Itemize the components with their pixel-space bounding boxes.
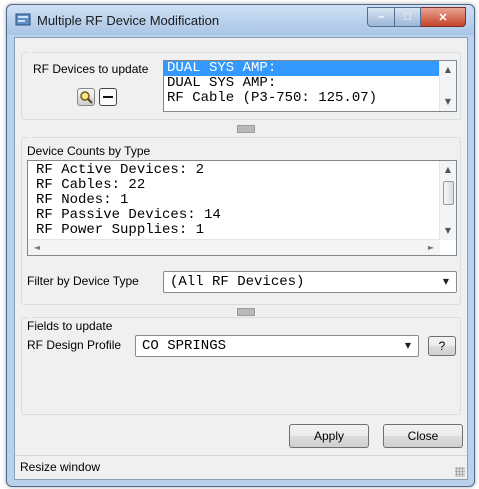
- device-counts-label: Device Counts by Type: [27, 144, 151, 158]
- minimize-button[interactable]: –: [367, 7, 395, 27]
- window-title: Multiple RF Device Modification: [37, 13, 220, 28]
- rf-design-profile-label: RF Design Profile: [27, 338, 122, 352]
- filter-label: Filter by Device Type: [27, 274, 139, 288]
- resize-grip-icon[interactable]: [455, 467, 465, 477]
- help-icon: ?: [438, 339, 446, 353]
- zoom-magnifier-icon: [80, 91, 93, 104]
- close-window-button[interactable]: ✕: [421, 7, 466, 27]
- dialog-window: Multiple RF Device Modification – □ ✕ RF…: [6, 4, 475, 487]
- list-item[interactable]: DUAL SYS AMP:: [164, 61, 456, 76]
- close-icon: ✕: [438, 11, 448, 24]
- apply-button-label: Apply: [313, 429, 345, 443]
- filter-device-type-select[interactable]: (All RF Devices) ▼: [163, 271, 457, 293]
- status-text: Resize window: [20, 460, 101, 474]
- rf-devices-label: RF Devices to update: [33, 62, 149, 76]
- help-button[interactable]: ?: [428, 336, 456, 356]
- device-counts-hscrollbar[interactable]: ◄ ►: [28, 239, 440, 255]
- app-icon: [15, 13, 31, 26]
- zoom-button[interactable]: [77, 88, 95, 106]
- scroll-left-arrow-icon[interactable]: ◄: [30, 240, 44, 255]
- title-bar[interactable]: Multiple RF Device Modification – □ ✕: [7, 5, 474, 35]
- rf-design-profile-value: CO SPRINGS: [142, 338, 227, 354]
- scroll-up-arrow-icon[interactable]: ▲: [440, 63, 456, 77]
- device-counts-list[interactable]: RF Active Devices: 2 RF Cables: 22 RF No…: [27, 160, 457, 256]
- status-bar: Resize window: [15, 455, 467, 479]
- scroll-down-arrow-icon[interactable]: ▼: [440, 95, 456, 109]
- list-item: RF Cables: 22: [36, 177, 146, 193]
- remove-minus-icon: [103, 96, 113, 98]
- fields-label: Fields to update: [27, 319, 113, 333]
- list-item: RF Power Supplies: 1: [36, 222, 205, 238]
- list-item: RF Nodes: 1: [36, 192, 129, 208]
- splitter-handle-top[interactable]: [237, 125, 255, 133]
- close-button-label: Close: [407, 429, 439, 443]
- filter-value: (All RF Devices): [170, 274, 305, 290]
- scroll-up-arrow-icon[interactable]: ▲: [440, 163, 456, 177]
- list-item: RF Active Devices: 2: [36, 162, 205, 178]
- scroll-right-arrow-icon[interactable]: ►: [424, 240, 438, 255]
- device-counts-vscrollbar[interactable]: ▲ ▼: [439, 161, 456, 240]
- list-item: RF Passive Devices: 14: [36, 207, 221, 223]
- remove-button[interactable]: [99, 88, 117, 106]
- rf-design-profile-select[interactable]: CO SPRINGS ▼: [135, 335, 419, 357]
- minimize-icon: –: [377, 11, 385, 23]
- splitter-handle-middle[interactable]: [237, 308, 255, 316]
- apply-button[interactable]: Apply: [289, 424, 369, 448]
- dialog-client-area: RF Devices to update DUAL SYS AMP: DUAL …: [14, 37, 468, 480]
- scroll-thumb[interactable]: [443, 181, 454, 205]
- chevron-down-icon[interactable]: ▼: [401, 338, 415, 354]
- maximize-icon: □: [404, 11, 411, 23]
- maximize-button[interactable]: □: [395, 7, 421, 27]
- close-button[interactable]: Close: [383, 424, 463, 448]
- chevron-down-icon[interactable]: ▼: [439, 274, 453, 290]
- rf-devices-scrollbar[interactable]: ▲ ▼: [439, 61, 456, 111]
- rf-devices-list[interactable]: DUAL SYS AMP: DUAL SYS AMP: RF Cable (P3…: [163, 60, 457, 112]
- list-item[interactable]: DUAL SYS AMP:: [164, 76, 456, 91]
- list-item[interactable]: RF Cable (P3-750: 125.07): [164, 91, 456, 106]
- scroll-down-arrow-icon[interactable]: ▼: [440, 224, 456, 238]
